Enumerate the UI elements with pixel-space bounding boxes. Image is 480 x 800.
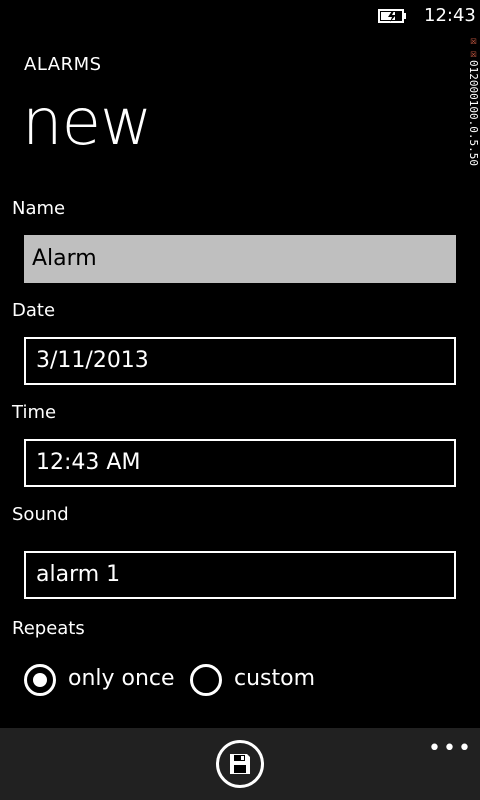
radio-custom[interactable] bbox=[190, 664, 222, 696]
name-input[interactable]: Alarm bbox=[24, 235, 456, 283]
debug-glyph: 0 bbox=[467, 159, 480, 166]
status-clock: 12:43 bbox=[424, 5, 476, 26]
debug-glyph: 0 bbox=[467, 113, 480, 120]
battery-charging-icon bbox=[378, 9, 406, 23]
date-picker[interactable]: 3/11/2013 bbox=[24, 337, 456, 385]
name-label: Name bbox=[12, 198, 66, 219]
memory-counter-overlay: ☒☒012000100.0.5.50 bbox=[466, 34, 480, 404]
date-label: Date bbox=[12, 300, 56, 321]
debug-glyph: 2 bbox=[467, 73, 480, 80]
debug-glyph: ☒ bbox=[467, 34, 480, 47]
debug-glyph: 0 bbox=[467, 60, 480, 67]
debug-glyph: ☒ bbox=[467, 47, 480, 60]
status-bar: 12:43 bbox=[0, 0, 480, 32]
radio-only-once[interactable] bbox=[24, 664, 56, 696]
repeats-label: Repeats bbox=[12, 618, 85, 639]
page-title: new bbox=[22, 86, 152, 160]
radio-label-only-once[interactable]: only once bbox=[68, 666, 175, 691]
sound-picker[interactable]: alarm 1 bbox=[24, 551, 456, 599]
debug-glyph: 0 bbox=[467, 126, 480, 133]
debug-glyph: . bbox=[467, 132, 480, 140]
debug-glyph: 0 bbox=[467, 93, 480, 100]
app-title: ALARMS bbox=[24, 54, 102, 75]
debug-glyph: 0 bbox=[467, 79, 480, 87]
radio-label-custom[interactable]: custom bbox=[234, 666, 315, 691]
save-button[interactable] bbox=[216, 740, 264, 788]
radio-selected-dot bbox=[33, 673, 47, 687]
more-options-button[interactable]: ••• bbox=[428, 736, 473, 761]
debug-glyph: 0 bbox=[467, 106, 480, 113]
time-picker[interactable]: 12:43 AM bbox=[24, 439, 456, 487]
sound-label: Sound bbox=[12, 504, 69, 525]
save-icon bbox=[230, 754, 250, 774]
debug-glyph: . bbox=[467, 146, 480, 153]
time-label: Time bbox=[12, 402, 57, 423]
